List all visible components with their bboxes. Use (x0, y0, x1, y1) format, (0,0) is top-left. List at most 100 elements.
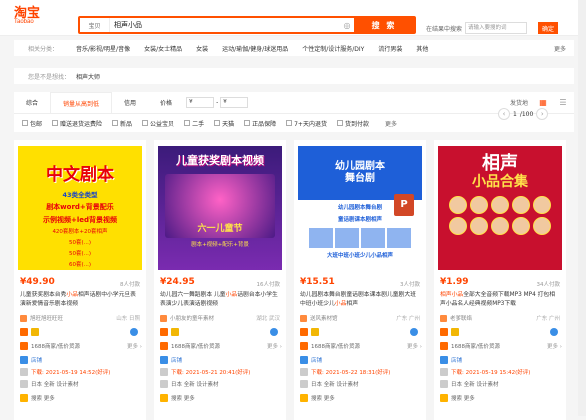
wangwang-icon[interactable] (130, 328, 138, 336)
category-item[interactable]: 女装 (196, 44, 208, 53)
sort-default[interactable]: 综合 (14, 92, 50, 113)
shop-link[interactable]: 送风素材馆 (300, 314, 338, 322)
source-row[interactable]: 1688商家/低价货源 更多 › (440, 342, 562, 350)
tag-row: 日本 全新 设计素材 (300, 380, 422, 388)
tag-row: 日本 全新 设计素材 (440, 380, 562, 388)
next-page-icon[interactable]: › (536, 108, 549, 120)
prev-page-icon[interactable]: ‹ (498, 108, 510, 120)
price-to-input[interactable]: ¥ (220, 97, 249, 108)
sort-price[interactable]: 价格 (148, 92, 184, 113)
action-row[interactable]: 搜索 更多 (20, 394, 142, 402)
shop-row-icon (300, 356, 308, 364)
product-image[interactable]: 幼儿园剧本 舞台剧 P 幼儿园剧本舞台剧 童话剧课本剧相声 大班中班小班少儿小品… (298, 146, 422, 270)
category-item[interactable]: 流行男装 (378, 44, 402, 53)
more-link[interactable]: 更多 › (127, 342, 142, 350)
checkbox[interactable] (22, 120, 28, 126)
checkbox[interactable] (184, 120, 191, 126)
shop-row[interactable]: 店铺 (160, 356, 282, 364)
category-more[interactable]: 更多 (554, 44, 566, 53)
image-text: 童话剧课本剧相声 (337, 217, 382, 223)
title-text: 相声 (346, 300, 359, 307)
wangwang-icon[interactable] (550, 328, 558, 336)
more-link[interactable]: 更多 › (267, 342, 282, 350)
product-title[interactable]: 儿童获奖剧本台秀小品相声话剧中小学元旦表演新爱情音乐剧本视频 (20, 291, 140, 309)
search-input[interactable]: 相声小品 (110, 20, 340, 30)
check-cod[interactable]: 货到付款 (336, 119, 369, 128)
checkbox[interactable] (52, 120, 59, 126)
wangwang-icon[interactable] (410, 328, 418, 336)
shop-link[interactable]: 旭旺旭旺旺旺 (20, 314, 63, 322)
check-7day-return[interactable]: 7+天内退货 (286, 119, 327, 128)
shop-row[interactable]: 店铺 (300, 356, 422, 364)
search-category-select[interactable]: 宝贝 (80, 18, 110, 32)
source-row[interactable]: 1688商家/低价货源 更多 › (20, 342, 142, 350)
download-text: 下载: 2021-05-22 18:31(好评) (311, 370, 391, 376)
checkbox[interactable] (286, 120, 293, 126)
category-item[interactable]: 其他 (416, 44, 428, 53)
category-item[interactable]: 个性定制/设计服务/DIY (302, 44, 364, 53)
scrollbar[interactable] (578, 0, 586, 416)
search-button[interactable]: 搜 索 (354, 18, 414, 32)
product-image[interactable]: 中文剧本 43类全类型 剧本word+背景配乐 示例视频+led背景视频 420… (18, 146, 142, 270)
wangwang-icon[interactable] (270, 328, 278, 336)
result-search-button[interactable]: 确定 (538, 22, 559, 34)
shop-icon (160, 314, 167, 322)
product-title[interactable]: 幼儿园剧本舞台剧童话剧本课本剧儿童剧大班中班小班少儿小品相声 (300, 291, 420, 309)
taobao-logo[interactable]: 淘宝 Taobao (14, 6, 40, 26)
product-card[interactable]: 相声 小品合集 ¥1.99 34人付款 相声小品全部大全音频下载MP3 MP4 … (434, 140, 566, 420)
shop-link[interactable]: 小朋友的童年素材 (160, 314, 214, 322)
category-item[interactable]: 音乐/影视/明星/音像 (76, 44, 130, 53)
source-icon (160, 342, 168, 350)
category-item[interactable]: 运动/瑜伽/健身/球迷用品 (222, 44, 288, 53)
product-title[interactable]: 相声小品全部大全音频下载MP3 MP4 打包相声小品名人经典视频MP3下载 (440, 291, 560, 309)
action-row[interactable]: 搜索 更多 (440, 394, 562, 402)
source-row[interactable]: 1688商家/低价货源 更多 › (300, 342, 422, 350)
product-title[interactable]: 幼儿园六一舞蹈剧本 儿童小品话剧台本小学生表演少儿表演话剧视频 (160, 291, 280, 309)
checkbox[interactable] (336, 120, 343, 126)
shop-row[interactable]: 店铺 (440, 356, 562, 364)
checkbox[interactable] (112, 120, 119, 126)
shop-link[interactable]: 老爹联络 (440, 314, 472, 322)
more-link[interactable]: 更多 › (407, 342, 422, 350)
check-new[interactable]: 新品 (112, 119, 132, 128)
result-search-input[interactable]: 请输入要搜的词 (465, 22, 528, 34)
source-text: 1688商家/低价货源 (171, 344, 220, 350)
checkbox[interactable] (214, 120, 221, 126)
product-card[interactable]: 幼儿园剧本 舞台剧 P 幼儿园剧本舞台剧 童话剧课本剧相声 大班中班小班少儿小品… (294, 140, 426, 420)
ship-from-select[interactable]: 发货地 (504, 98, 534, 107)
check-genuine[interactable]: 正品保障 (244, 119, 276, 128)
source-row[interactable]: 1688商家/低价货源 更多 › (160, 342, 282, 350)
product-card[interactable]: 儿童获奖剧本视频 六一儿童节 剧本+视频+配乐+背景 ¥24.95 16人付款 … (154, 140, 286, 420)
check-charity[interactable]: 公益宝贝 (142, 119, 174, 128)
sort-credit[interactable]: 信用 (112, 92, 148, 113)
shop-name: 旭旺旭旺旺旺 (30, 316, 64, 322)
action-row[interactable]: 搜索 更多 (300, 394, 422, 402)
suggest-row: 您是不是想找： 相声大师 (14, 68, 574, 84)
product-card[interactable]: 中文剧本 43类全类型 剧本word+背景配乐 示例视频+led背景视频 420… (14, 140, 146, 420)
product-image[interactable]: 儿童获奖剧本视频 六一儿童节 剧本+视频+配乐+背景 (158, 146, 282, 270)
checkbox[interactable] (244, 120, 251, 126)
price-from-input[interactable]: ¥ (186, 97, 215, 108)
checks-more[interactable]: 更多 (385, 119, 397, 128)
check-free-ship[interactable]: 包邮 (22, 119, 42, 128)
check-label: 货到付款 (344, 120, 369, 128)
face (512, 196, 530, 214)
check-label: 7+天内退货 (294, 120, 327, 128)
product-price: ¥1.99 (440, 277, 469, 287)
product-image[interactable]: 相声 小品合集 (438, 146, 562, 270)
sort-sales[interactable]: 销量从高到低 (50, 92, 113, 113)
badge-icon (20, 328, 28, 336)
shop-row[interactable]: 店铺 (20, 356, 142, 364)
face (491, 196, 509, 214)
camera-icon[interactable]: ◎ (340, 21, 354, 30)
category-item[interactable]: 女装/女士精品 (144, 44, 182, 53)
action-row[interactable]: 搜索 更多 (160, 394, 282, 402)
grid-view-icon[interactable]: ▦ (538, 98, 548, 108)
list-view-icon[interactable]: ☰ (558, 98, 568, 108)
check-secondhand[interactable]: 二手 (184, 119, 204, 128)
checkbox[interactable] (142, 120, 149, 126)
suggest-item[interactable]: 相声大师 (76, 72, 100, 81)
more-link[interactable]: 更多 › (547, 342, 562, 350)
check-tmall[interactable]: 天猫 (214, 119, 234, 128)
check-return-insurance[interactable]: 赠送退货运费险 (52, 119, 102, 128)
